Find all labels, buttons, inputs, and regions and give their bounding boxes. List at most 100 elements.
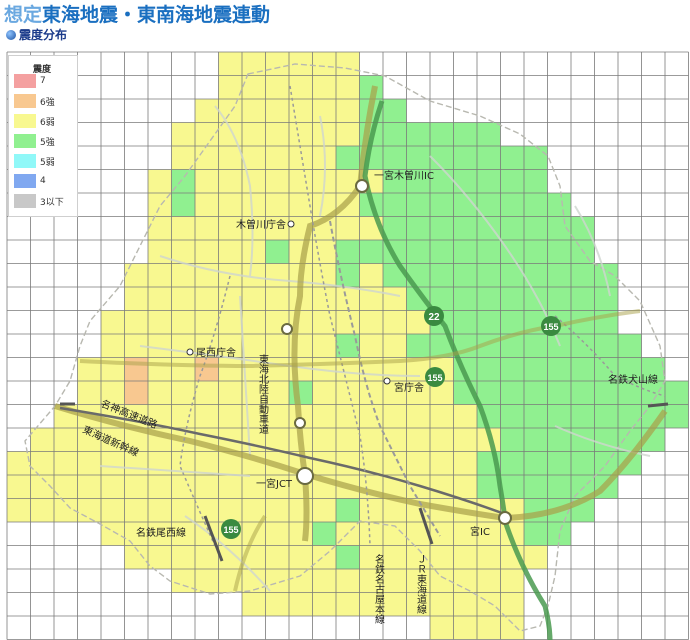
intensity-cell [289,592,313,616]
intensity-cell [289,545,313,569]
intensity-cell [618,334,642,358]
ichinomiya-kisogawa-ic-marker [355,179,369,193]
intensity-cell [195,240,219,264]
intensity-cell [124,263,148,287]
intensity-cell [195,169,219,193]
intensity-cell [289,99,313,123]
intensity-cell [453,592,477,616]
label-tokai-hokuriku-expressway: 東海北陸自動車道 [257,353,269,434]
intensity-cell [195,451,219,475]
intensity-cell [477,122,501,146]
intensity-cell [524,334,548,358]
intensity-cell [312,310,336,334]
intensity-cell [218,357,242,381]
intensity-cell [195,475,219,499]
intensity-cell [430,240,454,264]
intensity-cell [148,334,172,358]
intensity-cell [383,404,407,428]
intensity-cell [242,52,266,76]
intensity-cell [336,545,360,569]
legend-label: 3以下 [40,197,64,208]
intensity-cell [453,216,477,240]
intensity-cell [524,169,548,193]
intensity-cell [406,334,430,358]
intensity-cell [148,216,172,240]
intensity-cell [195,146,219,170]
page-title: 想定東海地震・東南海地震連動 [4,0,270,27]
intensity-cell [359,240,383,264]
intensity-cell [242,122,266,146]
ichinomiya-jct-marker [296,467,314,485]
intensity-cell [171,498,195,522]
intensity-cell [312,240,336,264]
intensity-cell [312,569,336,593]
intensity-cell [547,404,571,428]
intensity-cell [195,357,219,381]
legend-label: 5強 [40,137,55,148]
intensity-cell [336,451,360,475]
intensity-cell [383,287,407,311]
intensity-cell [7,498,31,522]
intensity-cell [665,381,689,405]
junction-marker-b [294,417,306,429]
label-meitetsu-inuyama-line: 名鉄犬山線 [608,373,658,386]
intensity-cell [406,240,430,264]
legend-item: 4 [14,174,46,188]
intensity-cell [336,498,360,522]
label-meitetsu-bisai-line: 名鉄尾西線 [136,526,186,539]
intensity-cell [500,592,524,616]
intensity-cell [547,287,571,311]
intensity-cell [336,122,360,146]
intensity-cell [312,404,336,428]
intensity-cell [265,545,289,569]
intensity-cell [430,616,454,640]
intensity-cell [406,216,430,240]
intensity-cell [312,99,336,123]
intensity-cell [359,263,383,287]
intensity-cell [77,475,101,499]
intensity-cell [500,216,524,240]
intensity-cell [218,404,242,428]
intensity-cell [500,404,524,428]
intensity-cell [336,428,360,452]
intensity-cell [336,240,360,264]
legend-swatch [14,134,36,148]
intensity-cell [218,75,242,99]
intensity-cell [218,310,242,334]
legend-swatch [14,154,36,168]
intensity-cell [524,381,548,405]
intensity-cell [195,122,219,146]
intensity-cell [148,498,172,522]
intensity-cell [265,263,289,287]
legend-swatch [14,94,36,108]
intensity-cell [124,381,148,405]
intensity-cell [524,193,548,217]
intensity-cell [524,357,548,381]
intensity-cell [77,498,101,522]
intensity-cell [265,99,289,123]
intensity-cell [453,146,477,170]
intensity-cell [500,193,524,217]
intensity-map: 22 155 155 155 一宮木曽川IC 木曽川庁舎 尾西庁舎 宮庁舎 一宮… [0,46,690,640]
legend-swatch [14,74,36,88]
intensity-cell [524,240,548,264]
intensity-cell [500,357,524,381]
intensity-cell [500,569,524,593]
intensity-cell [124,475,148,499]
intensity-cell [336,263,360,287]
intensity-cell [289,75,313,99]
route-155-number: 155 [543,322,558,332]
junction-marker-a [281,323,293,335]
intensity-cell [289,169,313,193]
intensity-cell [54,428,78,452]
intensity-cell [77,381,101,405]
intensity-cell [383,334,407,358]
intensity-cell [547,263,571,287]
intensity-cell [524,475,548,499]
intensity-cell [430,122,454,146]
intensity-cell [453,263,477,287]
intensity-cell [383,545,407,569]
intensity-cell [265,381,289,405]
intensity-cell [148,545,172,569]
intensity-cell [524,263,548,287]
